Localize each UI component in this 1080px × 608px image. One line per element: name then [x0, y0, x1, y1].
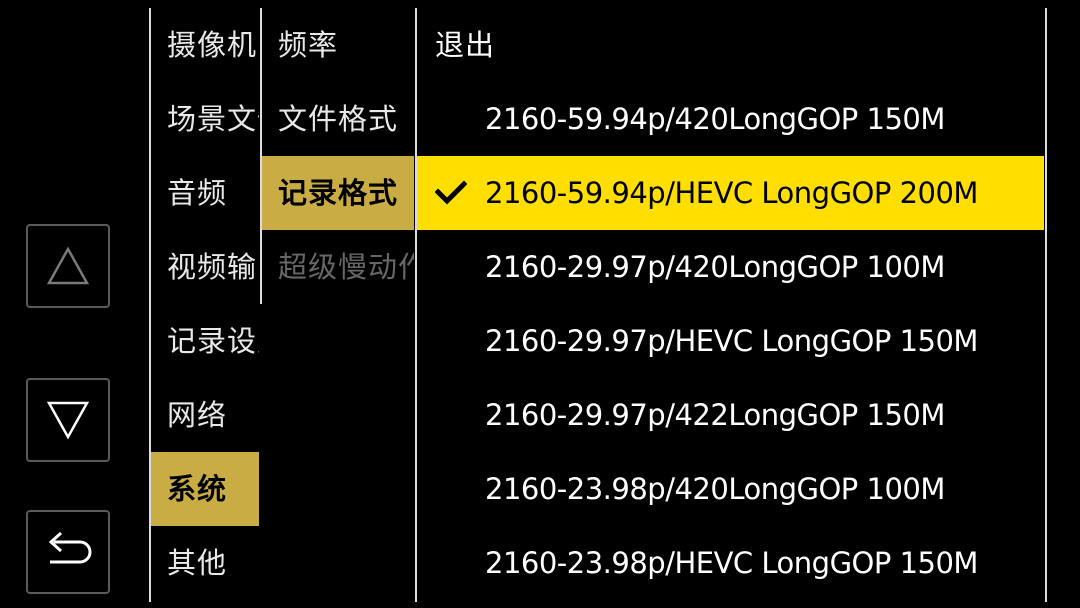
submenu-item-record-format[interactable]: 记录格式 — [262, 156, 414, 230]
menu-item-video-output[interactable]: 视频输出 — [151, 230, 259, 304]
option-label: 2160-29.97p/HEVC LongGOP 150M — [485, 324, 978, 358]
return-arrow-icon — [48, 531, 92, 564]
submenu-item-super-slow-motion: 超级慢动作 — [278, 250, 414, 284]
option-label: 2160-29.97p/420LongGOP 100M — [485, 250, 945, 284]
back-button[interactable] — [26, 510, 110, 594]
sub-menu: 频率 文件格式 记录格式 超级慢动作 — [262, 8, 414, 304]
submenu-item-frequency[interactable]: 频率 — [262, 8, 414, 82]
option-item[interactable]: 2160-23.98p/420LongGOP 100M — [417, 452, 1044, 526]
option-label: 2160-59.94p/HEVC LongGOP 200M — [485, 176, 978, 210]
menu-item-audio[interactable]: 音频 — [151, 156, 259, 230]
option-item[interactable]: 2160-29.97p/HEVC LongGOP 150M — [417, 304, 1044, 378]
option-item[interactable]: 2160-23.98p/HEVC LongGOP 150M — [417, 526, 1044, 600]
menu-item-network[interactable]: 网络 — [151, 378, 259, 452]
menu-item-scene-file[interactable]: 场景文件 — [151, 82, 259, 156]
triangle-down-icon — [46, 401, 90, 440]
scroll-up-button[interactable] — [26, 224, 110, 308]
option-item-selected[interactable]: 2160-59.94p/HEVC LongGOP 200M — [417, 156, 1044, 230]
menu-item-camera[interactable]: 摄像机 — [151, 8, 259, 82]
menu-item-other[interactable]: 其他 — [151, 526, 259, 600]
submenu-item-file-format[interactable]: 文件格式 — [262, 82, 414, 156]
triangle-up-icon — [46, 246, 90, 285]
menu-item-record-settings[interactable]: 记录设置 — [151, 304, 259, 378]
option-item[interactable]: 2160-29.97p/420LongGOP 100M — [417, 230, 1044, 304]
option-item[interactable]: 2160-59.94p/420LongGOP 150M — [417, 82, 1044, 156]
option-label: 2160-23.98p/HEVC LongGOP 150M — [485, 546, 978, 580]
option-label: 2160-29.97p/422LongGOP 150M — [485, 398, 945, 432]
checkmark-icon — [435, 180, 467, 205]
column-divider — [1045, 8, 1047, 602]
options-list: 退出 2160-59.94p/420LongGOP 150M 2160-59.9… — [417, 8, 1044, 600]
exit-option[interactable]: 退出 — [417, 8, 1044, 82]
option-label: 2160-59.94p/420LongGOP 150M — [485, 102, 945, 136]
menu-item-system[interactable]: 系统 — [151, 452, 259, 526]
option-item[interactable]: 2160-29.97p/422LongGOP 150M — [417, 378, 1044, 452]
option-label: 2160-23.98p/420LongGOP 100M — [485, 472, 945, 506]
scroll-down-button[interactable] — [26, 378, 110, 462]
exit-label: 退出 — [435, 28, 496, 62]
main-menu: 摄像机 场景文件 音频 视频输出 记录设置 网络 系统 其他 — [151, 8, 259, 600]
